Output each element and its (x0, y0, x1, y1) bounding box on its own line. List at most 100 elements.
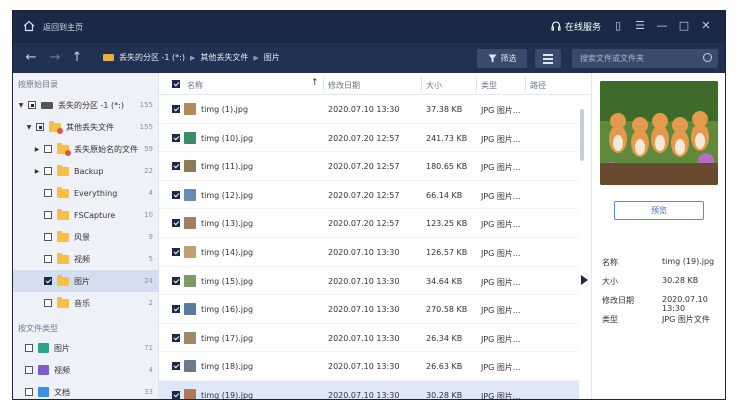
minimize-icon[interactable]: — (655, 19, 669, 33)
type-item-pictures[interactable]: 图片 71 (13, 337, 159, 359)
checkbox[interactable] (44, 167, 52, 175)
tree-item-backup[interactable]: ▶ Backup 22 (13, 160, 159, 182)
tree-item-label: 丢失原始名的文件 (74, 144, 138, 154)
image-thumbnail-icon (184, 331, 196, 344)
expand-arrow-icon[interactable]: ▶ (33, 168, 41, 175)
checkbox[interactable] (44, 145, 52, 153)
item-count: 4 (148, 366, 153, 374)
checkbox[interactable] (44, 255, 52, 263)
tree-item-fscapture[interactable]: FSCapture 10 (13, 204, 159, 226)
checkbox[interactable] (28, 101, 36, 109)
search-input[interactable] (580, 52, 690, 65)
checkbox[interactable] (44, 277, 52, 285)
table-row[interactable]: timg (1).jpg 2020.07.10 13:30 37.38 KB JPG … (159, 95, 579, 124)
row-checkbox[interactable] (172, 305, 180, 314)
home-icon[interactable] (23, 20, 35, 32)
expand-arrow-icon[interactable]: ▶ (33, 146, 41, 153)
tree-item-lost-partition[interactable]: ▼ 丢失的分区 -1 (*:) 155 (13, 94, 159, 116)
collapse-panel-arrow-icon[interactable] (581, 275, 588, 285)
checkbox[interactable] (25, 388, 33, 396)
up-arrow-icon[interactable]: ↑ (69, 50, 85, 66)
table-row[interactable]: timg (11).jpg 2020.07.20 12:57 180.65 KB JP… (159, 152, 579, 181)
tree-item-label: FSCapture (74, 210, 116, 220)
row-checkbox[interactable] (172, 133, 180, 142)
tree-item-videos[interactable]: 视频 5 (13, 248, 159, 270)
file-type: JPG 图片... (481, 306, 521, 316)
tree-item-pictures[interactable]: 图片 24 (13, 270, 159, 292)
filter-button[interactable]: 筛选 (477, 49, 527, 68)
table-row[interactable]: timg (18).jpg 2020.07.10 13:30 26.63 KB JPG… (159, 352, 579, 381)
search-icon[interactable] (703, 53, 712, 62)
hamburger-menu-icon[interactable]: ☰ (633, 19, 647, 33)
folder-icon (49, 120, 63, 134)
column-header-path[interactable]: 路径 (530, 80, 546, 91)
preview-button[interactable]: 预览 (614, 201, 704, 220)
maximize-icon[interactable]: □ (677, 19, 691, 33)
scrollbar-thumb[interactable] (580, 109, 584, 161)
expand-arrow-icon[interactable]: ▼ (17, 102, 25, 109)
column-header-size[interactable]: 大小 (426, 80, 442, 91)
table-row[interactable]: timg (13).jpg 2020.07.20 12:57 123.25 KB JP… (159, 209, 579, 238)
table-row[interactable]: timg (12).jpg 2020.07.20 12:57 66.14 KB JPG… (159, 181, 579, 210)
breadcrumb-item[interactable]: 图片 (264, 52, 280, 63)
table-row[interactable]: timg (17).jpg 2020.07.10 13:30 26.34 KB JPG… (159, 324, 579, 353)
checkbox[interactable] (44, 189, 52, 197)
section-heading-file-type: 按文件类型 (18, 324, 58, 333)
expand-arrow-icon[interactable]: ▼ (25, 124, 33, 131)
bookmark-icon[interactable]: ▯ (611, 19, 625, 33)
type-item-documents[interactable]: 文档 33 (13, 381, 159, 399)
forward-arrow-icon[interactable]: → (47, 50, 63, 66)
row-checkbox[interactable] (172, 248, 180, 256)
title-bar: 返回到主页 在线服务 ▯ ☰ — □ ✕ (13, 11, 725, 43)
row-checkbox[interactable] (172, 276, 180, 285)
back-arrow-icon[interactable]: ← (23, 50, 39, 66)
view-menu-button[interactable] (535, 49, 561, 68)
tree-item-everything[interactable]: Everything 4 (13, 182, 159, 204)
drive-icon (41, 101, 53, 109)
checkbox[interactable] (36, 123, 44, 131)
row-checkbox[interactable] (172, 362, 180, 371)
row-checkbox[interactable] (172, 105, 180, 113)
sidebar: 按原始目录 ▼ 丢失的分区 -1 (*:) 155 ▼ 其他丢失文件 155 ▶… (13, 73, 159, 399)
tree-item-other-lost-files[interactable]: ▼ 其他丢失文件 155 (13, 116, 159, 138)
select-all-checkbox[interactable] (172, 80, 180, 88)
row-checkbox[interactable] (172, 190, 180, 199)
row-checkbox[interactable] (172, 391, 180, 399)
file-type: JPG 图片... (481, 106, 521, 115)
breadcrumb-item[interactable]: 其他丢失文件 (200, 52, 248, 63)
row-checkbox[interactable] (172, 333, 180, 342)
table-row[interactable]: timg (16).jpg 2020.07.10 13:30 270.58 KB JP… (159, 295, 579, 324)
checkbox[interactable] (44, 211, 52, 219)
checkbox[interactable] (25, 366, 33, 374)
column-header-name[interactable]: 名称 (187, 80, 203, 91)
checkbox[interactable] (44, 299, 52, 307)
checkbox[interactable] (25, 344, 33, 352)
close-icon[interactable]: ✕ (699, 19, 713, 33)
tree-item-scenery[interactable]: 风景 9 (13, 226, 159, 248)
sort-ascending-icon[interactable]: ↑ (311, 78, 319, 88)
checkbox[interactable] (44, 233, 52, 241)
column-header-type[interactable]: 类型 (481, 80, 497, 91)
type-item-videos[interactable]: 视频 4 (13, 359, 159, 381)
navigation-bar: ← → ↑ 丢失的分区 -1 (*:) ▶ 其他丢失文件 ▶ 图片 筛选 (13, 43, 725, 73)
tree-item-music[interactable]: 音乐 2 (13, 292, 159, 314)
table-row[interactable]: timg (10).jpg 2020.07.20 12:57 241.73 KB JP… (159, 124, 579, 153)
section-heading-original-path: 按原始目录 (18, 80, 58, 89)
folder-icon (57, 186, 69, 198)
column-header-date[interactable]: 修改日期 (328, 80, 360, 91)
scrollbar[interactable] (579, 95, 585, 399)
table-row[interactable]: timg (19).jpg 2020.07.10 13:30 30.28 KB JPG… (159, 381, 579, 399)
file-name: timg (11).jpg (201, 162, 254, 172)
row-checkbox[interactable] (172, 162, 180, 171)
file-date: 2020.07.20 12:57 (328, 133, 400, 143)
table-row[interactable]: timg (14).jpg 2020.07.10 13:30 126.57 KB JP… (159, 238, 579, 267)
tree-item-lost-original-names[interactable]: ▶ 丢失原始名的文件 59 (13, 138, 159, 160)
file-size: 26.34 KB (426, 333, 463, 343)
breadcrumb-item[interactable]: 丢失的分区 -1 (*:) (119, 52, 185, 63)
row-checkbox[interactable] (172, 219, 180, 228)
table-row[interactable]: timg (15).jpg 2020.07.10 13:30 34.64 KB JPG… (159, 267, 579, 296)
breadcrumb-separator-icon: ▶ (253, 53, 259, 62)
online-service-button[interactable]: 在线服务 (551, 20, 601, 33)
back-to-home-link[interactable]: 返回到主页 (43, 22, 83, 33)
file-date: 2020.07.20 12:57 (328, 219, 400, 229)
